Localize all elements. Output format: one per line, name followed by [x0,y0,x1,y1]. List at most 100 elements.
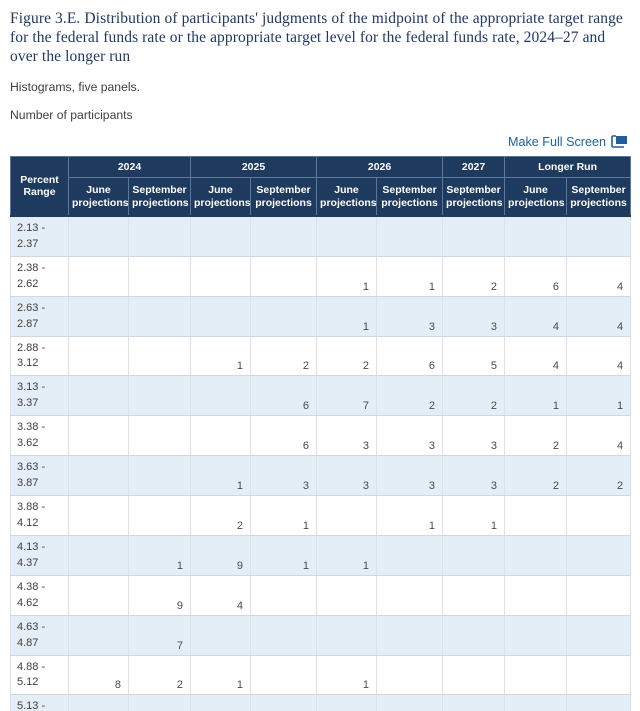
table-header: Percent Range 2024 2025 2026 2027 Longer… [10,155,632,217]
range-line-2: 2.37 [17,237,39,250]
table-cell: 1 [190,654,252,696]
range-line-2: 3.37 [17,397,39,410]
expand-screen-icon [611,134,628,149]
table-cell: 1 [127,534,192,576]
table-cell: 1 [442,495,506,536]
table-cell: 3 [442,455,506,496]
table-cell [127,415,192,457]
table-cell: 1 [316,654,378,696]
range-line-2: 5.12 [17,676,39,689]
table-cell [504,574,568,616]
group-header-2027: 2027 [442,155,506,179]
range-line-1: 4.63 - [17,620,46,633]
table-cell [68,295,129,337]
table-cell: 2 [190,495,252,536]
table-cell: 4 [504,335,568,377]
row-header-percent-range: 4.88 - 5.12 [10,654,69,696]
table-cell [442,574,506,616]
table-cell [316,694,378,711]
range-line-2: 4.12 [17,516,39,529]
row-header-percent-range: 4.38 - 4.62 [10,574,69,616]
range-line-2: 2.62 [17,277,39,290]
table-cell [250,614,318,656]
table-cell [127,214,192,257]
table-cell: 1 [316,534,378,576]
table-cell [127,694,192,711]
table-cell: 4 [504,295,568,337]
table-cell [566,654,632,696]
column-header-2027-september: September projections [442,177,506,217]
table-cell: 1 [190,335,252,377]
make-full-screen-button[interactable]: Make Full Screen [508,135,628,149]
make-full-screen-label: Make Full Screen [508,134,606,149]
table-cell [376,614,444,656]
table-cell: 2 [504,415,568,457]
group-header-longer-run: Longer Run [504,155,632,179]
column-header-2025-june: June projections [190,177,252,217]
table-cell: 3 [376,455,444,496]
range-line-1: 2.13 - [17,221,46,234]
range-line-1: 5.13 - [17,700,46,711]
table-cell: 1 [566,375,632,417]
table-cell: 1 [504,375,568,417]
table-cell [504,654,568,696]
range-line-2: 4.62 [17,596,39,609]
table-cell [68,375,129,417]
table-cell [442,534,506,576]
table-cell [68,255,129,297]
table-cell: 7 [127,614,192,656]
range-line-2: 3.62 [17,437,39,450]
column-header-2025-september: September projections [250,177,318,217]
page-title: Figure 3.E. Distribution of participants… [10,10,623,65]
table-cell: 2 [376,375,444,417]
table-cell: 4 [566,255,632,297]
table-cell [376,574,444,616]
column-header-longer-run-september: September projections [566,177,632,217]
table-cell [127,295,192,337]
table-cell [250,574,318,616]
table-cell: 4 [566,335,632,377]
table-cell [376,654,444,696]
table-cell [190,214,252,257]
fullscreen-row: Make Full Screen [10,133,630,152]
table-cell [566,214,632,257]
table-cell [190,375,252,417]
table-cell [68,455,129,496]
table-cell [190,255,252,297]
table-cell [190,614,252,656]
table-cell: 6 [250,375,318,417]
table-cell [376,214,444,257]
column-header-percent-range: Percent Range [10,155,69,217]
table-row: 4.38 - 4.62 9 4 [10,574,632,616]
table-cell: 1 [316,255,378,297]
group-header-2025: 2025 [190,155,318,179]
table-row: 4.88 -5.12 8 2 1 1 [10,654,632,696]
table-cell: 4 [566,415,632,457]
table-cell [376,694,444,711]
table-cell: 1 [316,295,378,337]
table-cell: 6 [250,415,318,457]
table-cell [127,335,192,377]
table-cell [68,574,129,616]
table-row: 2.88 -3.12 1 2 2 6 5 4 4 [10,335,632,377]
table-row: 3.13 -3.37 6 7 2 2 1 1 [10,375,632,417]
table-cell: 4 [190,574,252,616]
row-header-percent-range: 5.13 -5.37 [10,694,69,711]
range-line-1: 3.38 - [17,421,46,434]
range-line-1: 4.38 - [17,580,46,593]
table-cell: 5 [442,335,506,377]
range-line-2: 4.87 [17,636,39,649]
table-row: 5.13 -5.377 [10,694,632,711]
row-header-percent-range: 3.38 - 3.62 [10,415,69,457]
range-line-2: 4.37 [17,556,39,569]
table-cell: 7 [316,375,378,417]
table-cell: 3 [250,455,318,496]
table-cell [127,455,192,496]
table-cell: 3 [442,415,506,457]
table-cell [190,694,252,711]
table-cell [190,415,252,457]
row-header-percent-range: 2.88 - 3.12 [10,335,69,377]
table-cell [442,694,506,711]
table-cell [127,375,192,417]
units-label: Number of participants [10,108,133,123]
